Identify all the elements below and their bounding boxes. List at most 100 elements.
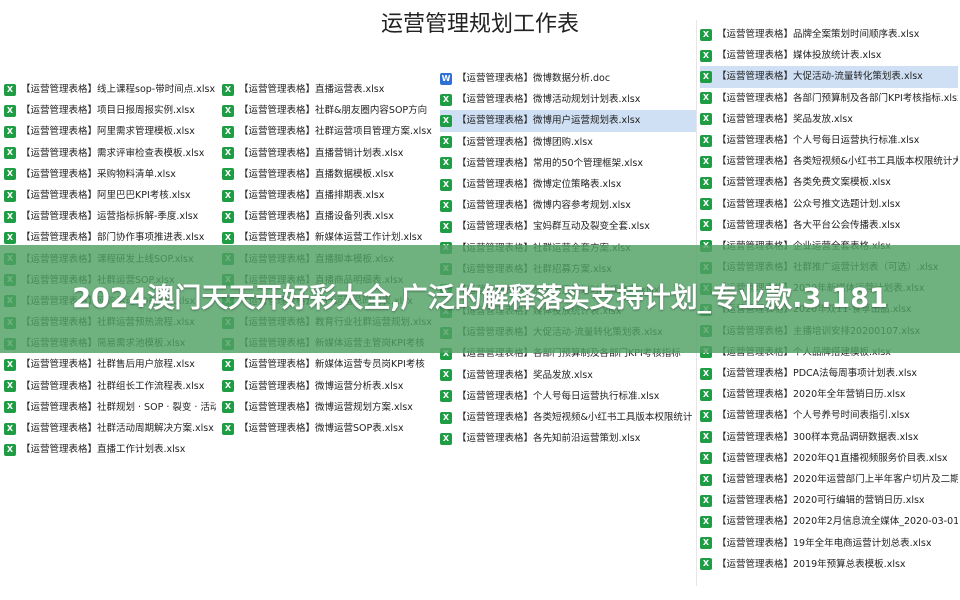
file-item[interactable]: X 【运营管理表格】2020年全年营销日历.xlsx	[700, 384, 958, 405]
file-item[interactable]: X 【运营管理表格】各类短视频&小红书工具版本权限统计	[440, 407, 696, 428]
file-item[interactable]: X 【运营管理表格】阿里巴巴KPI考核.xlsx	[4, 185, 216, 206]
excel-file-icon: X	[700, 219, 712, 232]
file-item[interactable]: X 【运营管理表格】直播工作计划表.xlsx	[4, 439, 216, 460]
excel-file-icon: X	[4, 231, 16, 244]
file-item[interactable]: X 【运营管理表格】需求评审检查表模板.xlsx	[4, 143, 216, 164]
file-item[interactable]: X 【运营管理表格】奖品发放.xlsx	[440, 365, 696, 386]
file-item[interactable]: X 【运营管理表格】2019年预算总表模板.xlsx	[700, 554, 958, 575]
file-item[interactable]: X 【运营管理表格】直播设备列表.xlsx	[222, 206, 436, 227]
file-item[interactable]: X 【运营管理表格】新媒体运营专员岗KPI考核	[222, 354, 436, 375]
excel-file-icon: X	[222, 231, 234, 244]
excel-file-icon: X	[440, 178, 452, 191]
file-item[interactable]: X 【运营管理表格】2020年2月信息流全媒体_2020-03-01.xlsx	[700, 511, 958, 532]
excel-file-icon: X	[222, 210, 234, 223]
excel-file-icon: X	[4, 168, 16, 181]
file-item[interactable]: X 【运营管理表格】直播排期表.xlsx	[222, 185, 436, 206]
file-name: 【运营管理表格】社群&朋友圈内容SOP方向	[239, 105, 428, 117]
file-item[interactable]: X 【运营管理表格】2020年Q1直播视频服务价目表.xlsx	[700, 448, 958, 469]
file-item[interactable]: W 【运营管理表格】微博数据分析.doc	[440, 68, 696, 89]
file-name: 【运营管理表格】阿里需求管理模板.xlsx	[21, 126, 195, 138]
file-item[interactable]: X 【运营管理表格】线上课程sop-带时间点.xlsx	[4, 79, 216, 100]
excel-file-icon: X	[440, 432, 452, 445]
file-item[interactable]: X 【运营管理表格】微博运营规划方案.xlsx	[222, 397, 436, 418]
file-item[interactable]: X 【运营管理表格】各类免费文案模板.xlsx	[700, 172, 958, 193]
excel-file-icon: X	[4, 210, 16, 223]
excel-file-icon: X	[222, 422, 234, 435]
file-item[interactable]: X 【运营管理表格】媒体投放统计表.xlsx	[700, 45, 958, 66]
file-name: 【运营管理表格】直播运营表.xlsx	[239, 84, 385, 95]
file-item[interactable]: X 【运营管理表格】个人号养号时间表指引.xlsx	[700, 405, 958, 426]
file-name: 【运营管理表格】2020年Q1直播视频服务价目表.xlsx	[717, 452, 948, 464]
excel-file-icon: X	[4, 104, 16, 117]
file-name: 【运营管理表格】社群售后用户旅程.xlsx	[21, 359, 195, 371]
file-item[interactable]: X 【运营管理表格】社群规划 · SOP · 裂变 · 活动	[4, 397, 216, 418]
excel-file-icon: X	[700, 113, 712, 126]
file-name: 【运营管理表格】宝妈群互动及裂变全套.xlsx	[457, 221, 650, 233]
excel-file-icon: X	[4, 380, 16, 393]
file-item[interactable]: X 【运营管理表格】项目日报周报实例.xlsx	[4, 100, 216, 121]
file-item[interactable]: X 【运营管理表格】直播运营表.xlsx	[222, 79, 436, 100]
file-name: 【运营管理表格】线上课程sop-带时间点.xlsx	[21, 84, 216, 95]
file-item[interactable]: X 【运营管理表格】直播营销计划表.xlsx	[222, 143, 436, 164]
file-item[interactable]: X 【运营管理表格】运营指标拆解-季度.xlsx	[4, 206, 216, 227]
file-item[interactable]: X 【运营管理表格】300样本竞品调研数据表.xlsx	[700, 427, 958, 448]
file-item[interactable]: X 【运营管理表格】微博定位策略表.xlsx	[440, 174, 696, 195]
file-item[interactable]: X 【运营管理表格】社群售后用户旅程.xlsx	[4, 354, 216, 375]
file-item[interactable]: X 【运营管理表格】19年全年电商运营计划总表.xlsx	[700, 533, 958, 554]
file-item[interactable]: X 【运营管理表格】常用的50个管理框架.xlsx	[440, 153, 696, 174]
excel-file-icon: X	[222, 104, 234, 117]
file-item[interactable]: X 【运营管理表格】宝妈群互动及裂变全套.xlsx	[440, 216, 696, 237]
file-item[interactable]: X 【运营管理表格】采购物料清单.xlsx	[4, 164, 216, 185]
file-item[interactable]: X 【运营管理表格】社群组长工作流程表.xlsx	[4, 376, 216, 397]
file-name: 【运营管理表格】个人号每日运营执行标准.xlsx	[457, 390, 660, 402]
file-item[interactable]: X 【运营管理表格】微博内容参考规划.xlsx	[440, 195, 696, 216]
excel-file-icon: X	[700, 28, 712, 41]
excel-file-icon: X	[440, 369, 452, 382]
file-item[interactable]: X 【运营管理表格】微博团购.xlsx	[440, 132, 696, 153]
file-item[interactable]: X 【运营管理表格】微博用户运营规划表.xlsx	[440, 110, 696, 132]
file-item[interactable]: X 【运营管理表格】阿里需求管理模板.xlsx	[4, 121, 216, 142]
overlay-banner: 2024澳门天天开好彩大全,广泛的解释落实支持计划_专业款.3.181	[0, 245, 960, 353]
file-item[interactable]: X 【运营管理表格】公众号推文选题计划.xlsx	[700, 194, 958, 215]
file-name: 【运营管理表格】2020可行编辑的营销日历.xlsx	[717, 495, 925, 507]
file-name: 【运营管理表格】新媒体运营专员岗KPI考核	[239, 359, 425, 371]
file-item[interactable]: X 【运营管理表格】2020年运营部门上半年客户切片及二期计划.xlsx	[700, 469, 958, 490]
file-item[interactable]: X 【运营管理表格】各大平台公会传播表.xlsx	[700, 215, 958, 236]
file-name: 【运营管理表格】采购物料清单.xlsx	[21, 168, 176, 180]
file-item[interactable]: X 【运营管理表格】2020可行编辑的营销日历.xlsx	[700, 490, 958, 511]
excel-file-icon: X	[4, 422, 16, 435]
excel-file-icon: X	[4, 125, 16, 138]
excel-file-icon: X	[222, 401, 234, 414]
file-name: 【运营管理表格】19年全年电商运营计划总表.xlsx	[717, 537, 932, 549]
file-item[interactable]: X 【运营管理表格】直播数据模板.xlsx	[222, 164, 436, 185]
file-item[interactable]: X 【运营管理表格】社群活动周期解决方案.xlsx	[4, 418, 216, 439]
file-item[interactable]: X 【运营管理表格】奖品发放.xlsx	[700, 109, 958, 130]
file-item[interactable]: X 【运营管理表格】微博运营SOP表.xlsx	[222, 418, 436, 439]
file-item[interactable]: X 【运营管理表格】各类短视频&小红书工具版本权限统计大全.xlsx	[700, 151, 958, 172]
file-name: 【运营管理表格】社群运营项目管理方案.xlsx	[239, 126, 432, 138]
file-item[interactable]: X 【运营管理表格】个人号每日运营执行标准.xlsx	[700, 130, 958, 151]
file-item[interactable]: X 【运营管理表格】PDCA法每周事项计划表.xlsx	[700, 363, 958, 384]
file-name: 【运营管理表格】社群规划 · SOP · 裂变 · 活动	[21, 401, 216, 413]
excel-file-icon: X	[700, 70, 712, 83]
file-item[interactable]: X 【运营管理表格】微博活动规划计划表.xlsx	[440, 89, 696, 110]
excel-file-icon: X	[222, 125, 234, 138]
excel-file-icon: X	[222, 189, 234, 202]
file-item[interactable]: X 【运营管理表格】个人号每日运营执行标准.xlsx	[440, 386, 696, 407]
excel-file-icon: X	[700, 134, 712, 147]
file-name: 【运营管理表格】2019年预算总表模板.xlsx	[717, 558, 906, 570]
file-item[interactable]: X 【运营管理表格】社群运营项目管理方案.xlsx	[222, 121, 436, 142]
file-name: 【运营管理表格】各部门预算制及各部门KPI考核指标.xlsx	[717, 92, 958, 104]
file-item[interactable]: X 【运营管理表格】品牌全案策划时间顺序表.xlsx	[700, 24, 958, 45]
file-item[interactable]: X 【运营管理表格】各部门预算制及各部门KPI考核指标.xlsx	[700, 88, 958, 109]
file-name: 【运营管理表格】PDCA法每周事项计划表.xlsx	[717, 368, 918, 379]
excel-file-icon: X	[4, 401, 16, 414]
file-name: 【运营管理表格】各类短视频&小红书工具版本权限统计	[457, 412, 693, 423]
file-item[interactable]: X 【运营管理表格】社群&朋友圈内容SOP方向	[222, 100, 436, 121]
file-item[interactable]: X 【运营管理表格】微博运营分析表.xlsx	[222, 376, 436, 397]
file-item[interactable]: X 【运营管理表格】大促活动-流量转化策划表.xlsx	[700, 66, 958, 88]
file-item[interactable]: X 【运营管理表格】各先知前沿运营策划.xlsx	[440, 428, 696, 449]
file-name: 【运营管理表格】社群活动周期解决方案.xlsx	[21, 423, 214, 434]
file-name: 【运营管理表格】直播数据模板.xlsx	[239, 168, 394, 180]
file-name: 【运营管理表格】2020年全年营销日历.xlsx	[717, 389, 906, 401]
